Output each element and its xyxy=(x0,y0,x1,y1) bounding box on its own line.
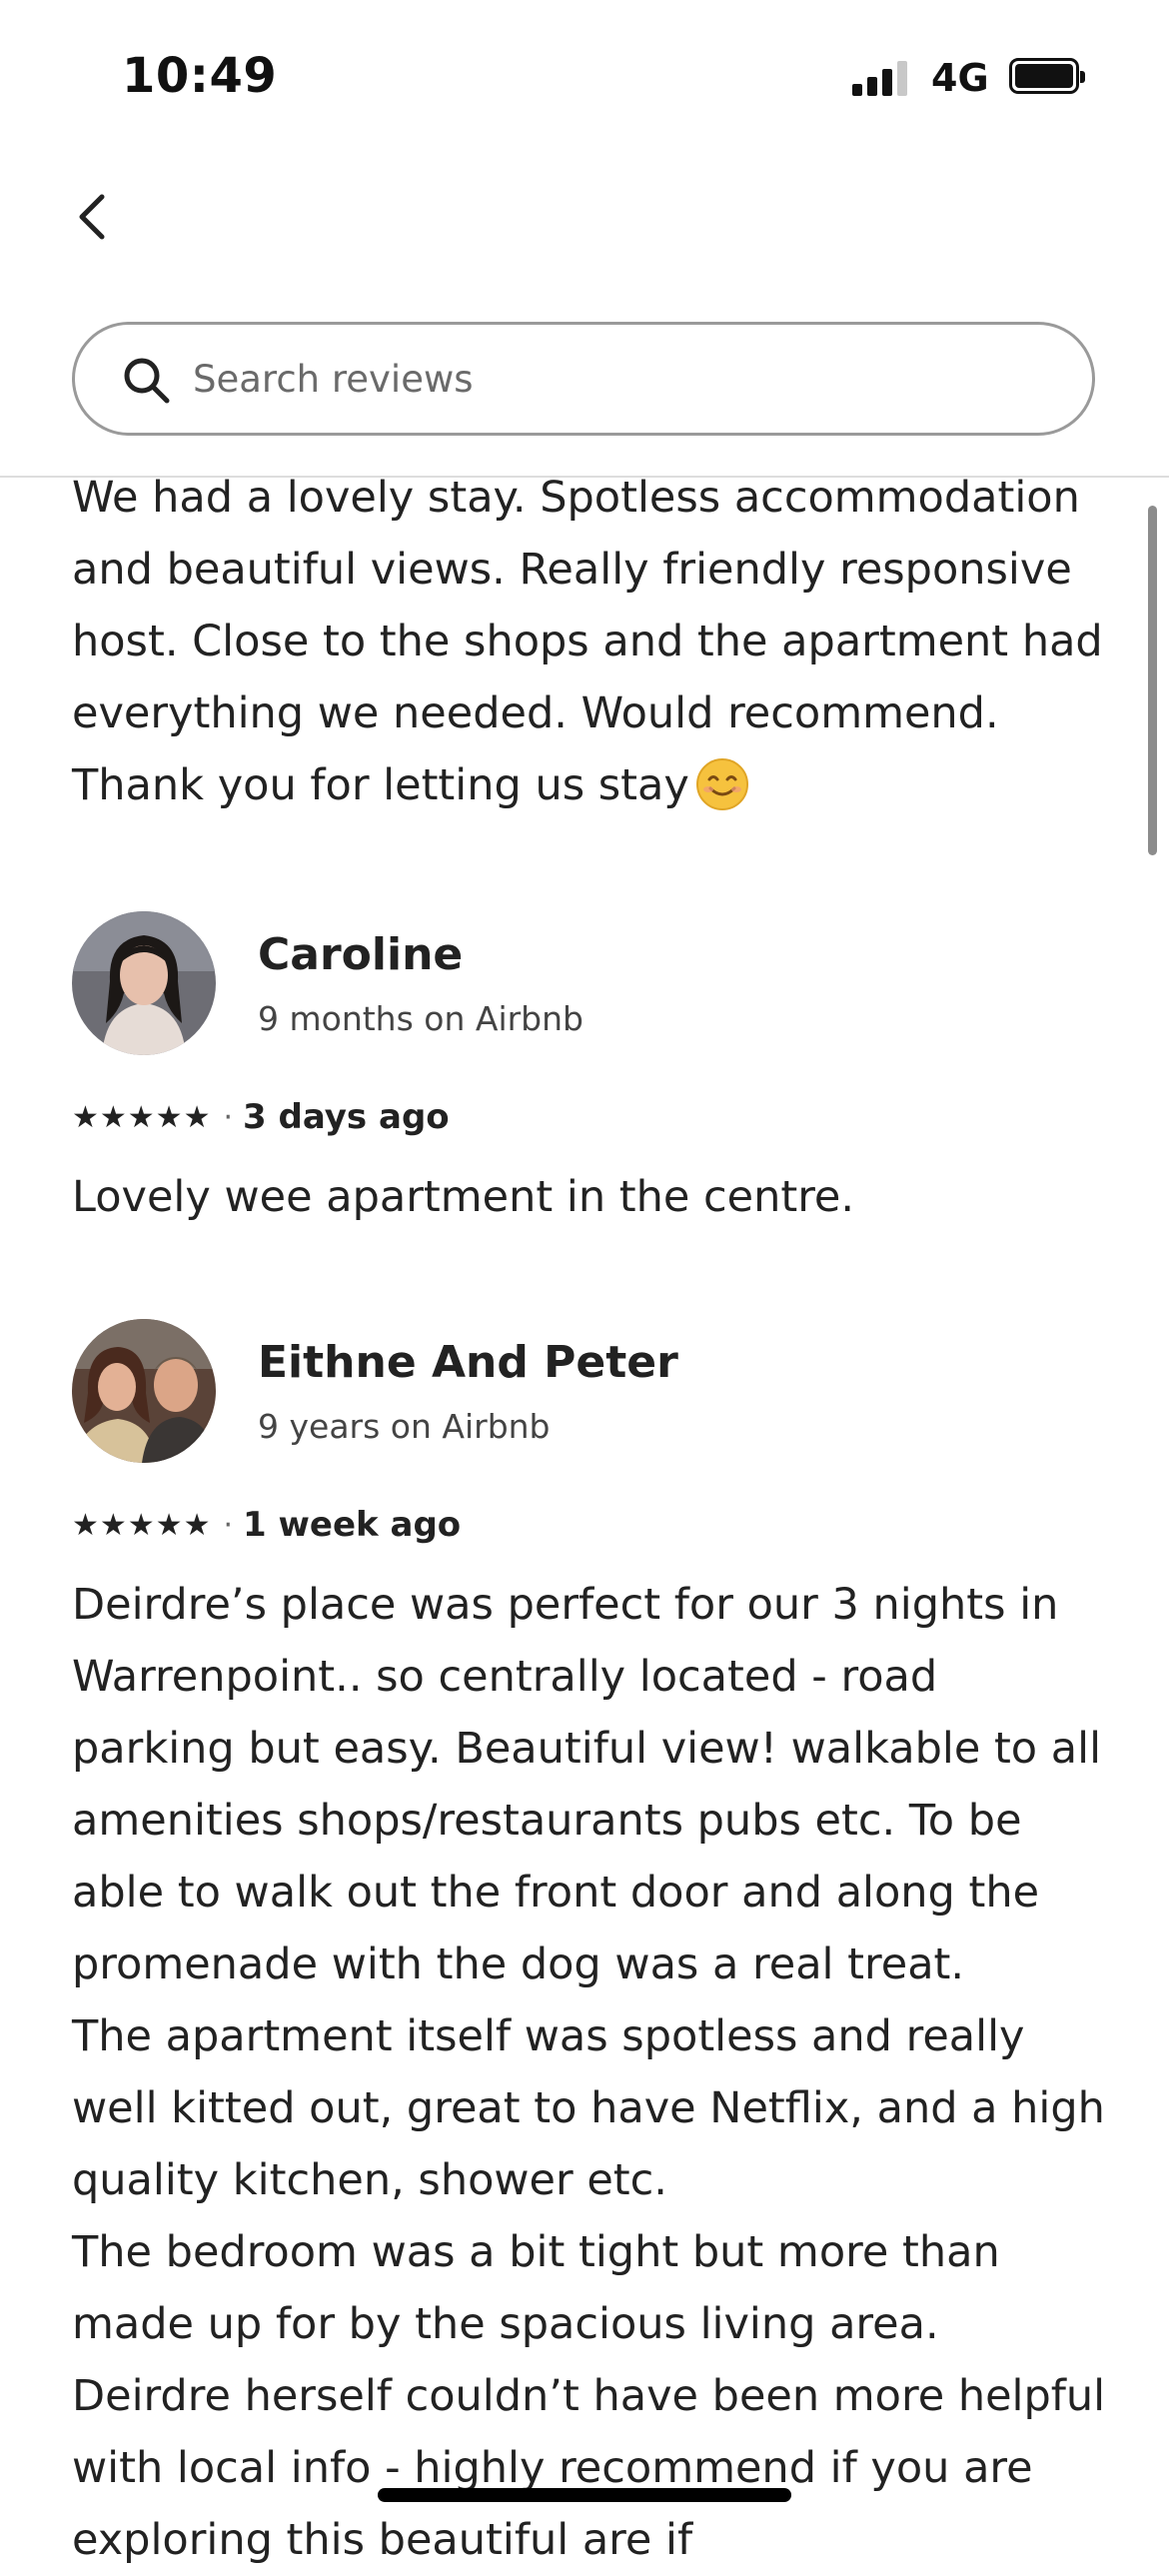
status-bar: 10:49 4G xyxy=(0,0,1169,150)
review-body: We had a lovely stay. Spotless accommoda… xyxy=(72,473,1117,810)
review-date: 1 week ago xyxy=(243,1505,462,1545)
review-text: We had a lovely stay. Spotless accommoda… xyxy=(72,462,1111,821)
search-input[interactable] xyxy=(193,349,1052,409)
reviewer-name: Caroline xyxy=(258,929,464,980)
reviewer-tenure: 9 months on Airbnb xyxy=(258,999,584,1038)
separator-dot: · xyxy=(223,1099,234,1135)
separator-dot: · xyxy=(223,1507,234,1543)
rating-row: ★★★★★ · 3 days ago xyxy=(72,1095,450,1139)
avatar[interactable] xyxy=(72,1319,216,1463)
search-bar[interactable] xyxy=(72,322,1095,436)
reviewer-name: Eithne And Peter xyxy=(258,1337,678,1388)
smiling-face-icon xyxy=(695,758,748,810)
scrollbar[interactable] xyxy=(1148,506,1157,855)
network-type: 4G xyxy=(931,56,989,100)
search-icon xyxy=(124,358,170,404)
avatar[interactable] xyxy=(72,911,216,1055)
chevron-left-icon xyxy=(79,194,105,240)
review-text: Lovely wee apartment in the centre. xyxy=(72,1172,855,1222)
rating-row: ★★★★★ · 1 week ago xyxy=(72,1503,461,1547)
status-time: 10:49 xyxy=(122,48,278,104)
review-text: Deirdre’s place was perfect for our 3 ni… xyxy=(72,1580,1106,2565)
reviewer-photo xyxy=(72,911,216,1055)
back-button[interactable] xyxy=(70,180,120,250)
star-rating: ★★★★★ xyxy=(72,1099,212,1135)
cellular-signal-icon xyxy=(852,60,912,96)
review-date: 3 days ago xyxy=(243,1097,450,1137)
star-rating: ★★★★★ xyxy=(72,1507,212,1543)
battery-icon xyxy=(1009,58,1085,94)
reviewer-photo xyxy=(72,1319,216,1463)
home-indicator[interactable] xyxy=(378,2488,791,2502)
reviewer-tenure: 9 years on Airbnb xyxy=(258,1407,551,1446)
